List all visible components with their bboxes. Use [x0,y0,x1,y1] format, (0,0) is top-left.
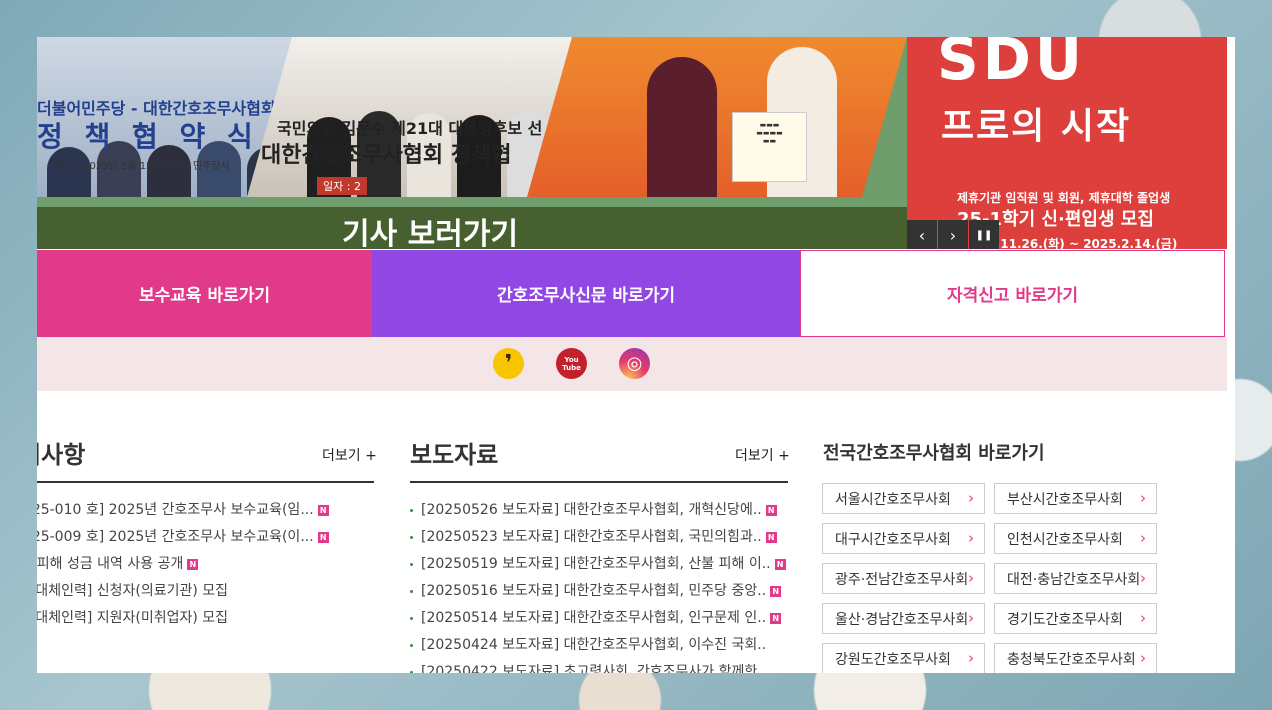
new-badge: N [770,586,782,597]
association-link-daejeon-chungnam[interactable]: 대전·충남간호조무사회 › [994,563,1157,594]
notice-list: [공고 제 2025-010 호] 2025년 간호조무사 보수교육(임...N… [37,497,329,632]
instagram-icon[interactable]: ◎ [619,348,650,379]
news-banner[interactable]: 더불어민주당 - 대한간호조무사협회 정 책 협 약 식 일시 | 2025년 … [37,37,907,249]
new-badge: N [774,559,786,570]
photo-caption-title: 대한간호조무사협회 정책협 [261,143,512,168]
kakao-icon[interactable]: ❜ [493,348,524,379]
list-item[interactable]: [20250519 보도자료] 대한간호조무사협회, 산불 피해 이.. N [410,551,786,578]
notice-link[interactable]: [간호조무사 대체인력] 신청자(의료기관) 모집 [37,578,228,605]
chevron-right-icon: › [968,649,974,667]
list-item[interactable]: [20250526 보도자료] 대한간호조무사협회, 개혁신당에.. N [410,497,786,524]
slider-prev-button[interactable]: ‹ [907,220,937,249]
press-link[interactable]: [20250516 보도자료] 대한간호조무사협회, 민주당 중앙.. [421,578,766,605]
chevron-right-icon: › [968,529,974,547]
notice-link[interactable]: 산불피해 성금 내역 사용 공개 [37,551,183,578]
university-ad-banner[interactable]: SDU 프로의 시작 제휴기관 임직원 및 회원, 제휴대학 졸업생 25-1학… [907,37,1227,249]
associations-title: 전국간호조무사협회 바로가기 [823,443,1045,464]
press-divider [410,481,788,483]
list-item[interactable]: [20250523 보도자료] 대한간호조무사협회, 국민의힘과.. N [410,524,786,551]
slider-next-button[interactable]: › [938,220,968,249]
new-badge: N [187,559,199,570]
press-link[interactable]: [20250424 보도자료] 대한간호조무사협회, 이수진 국회.. [421,632,766,659]
chevron-right-icon: › [968,489,974,507]
list-item[interactable]: [공고 제 2025-009 호] 2025년 간호조무사 보수교육(이...N [37,524,329,551]
ad-line: 제휴기관 임직원 및 회원, 제휴대학 졸업생 [957,191,1171,205]
association-link-daegu[interactable]: 대구시간호조무사회 › [822,523,985,554]
main-page: 더불어민주당 - 대한간호조무사협회 정 책 협 약 식 일시 | 2025년 … [37,37,1235,673]
ad-logo-text: SDU [937,37,1087,93]
policy-sign: ▬▬▬ ▬▬▬▬ ▬▬ [732,112,807,182]
press-more-link[interactable]: 더보기 + [735,445,790,465]
association-link-ulsan-gyeongnam[interactable]: 울산·경남간호조무사회 › [822,603,985,634]
new-badge: N [317,532,329,543]
slider-pause-button[interactable]: ❚❚ [969,220,999,249]
notice-link[interactable]: [간호조무사 대체인력] 지원자(미취업자) 모집 [37,605,228,632]
notice-link[interactable]: [공고 제 2025-010 호] 2025년 간호조무사 보수교육(임... [37,497,314,524]
notice-more-link[interactable]: 더보기 + [322,445,377,465]
chevron-right-icon: › [1140,569,1146,587]
new-badge: N [317,505,329,516]
list-item[interactable]: [20250422 보도자료] 초고령사회, 간호조무사가 함께한.. [410,659,786,673]
notice-link[interactable]: [공고 제 2025-009 호] 2025년 간호조무사 보수교육(이... [37,524,314,551]
list-item[interactable]: [간호조무사 대체인력] 신청자(의료기관) 모집 [37,578,329,605]
new-badge: N [765,532,777,543]
photo-caption-date: 일시 | 2025년 5월 15일 장소 | 민주당사 [55,161,230,172]
banner-photo-meeting: ▬▬▬ ▬▬▬▬ ▬▬ [527,37,907,197]
list-item[interactable]: [20250424 보도자료] 대한간호조무사협회, 이수진 국회.. [410,632,786,659]
list-item[interactable]: [20250516 보도자료] 대한간호조무사협회, 민주당 중앙.. N [410,578,786,605]
newspaper-link[interactable]: 간호조무사신문 바로가기 [372,250,800,337]
association-link-gangwon[interactable]: 강원도간호조무사회 › [822,643,985,673]
list-item[interactable]: 산불피해 성금 내역 사용 공개 N [37,551,329,578]
association-link-gyeonggi[interactable]: 경기도간호조무사회 › [994,603,1157,634]
list-item[interactable]: [공고 제 2025-010 호] 2025년 간호조무사 보수교육(임...N [37,497,329,524]
ad-headline: 프로의 시작 [941,106,1132,147]
banner-photo-ppp: 국민의힘 김문수 제21대 대통령후보 선 대한간호조무사협회 정책협 일자 :… [247,37,577,197]
association-link-gwangju-jeonnam[interactable]: 광주·전남간호조무사회 › [822,563,985,594]
new-badge: N [770,613,782,624]
chevron-right-icon: › [1140,489,1146,507]
chevron-right-icon: › [968,609,974,627]
chevron-right-icon: › [1140,649,1146,667]
social-bar: ❜ You Tube ◎ [37,337,1227,391]
license-report-link[interactable]: 자격신고 바로가기 [800,250,1225,337]
notice-divider [37,481,374,483]
press-list: [20250526 보도자료] 대한간호조무사협회, 개혁신당에.. N [202… [410,497,786,673]
chevron-right-icon: › [1140,609,1146,627]
press-link[interactable]: [20250523 보도자료] 대한간호조무사협회, 국민의힘과.. [421,524,762,551]
chevron-right-icon: › [1140,529,1146,547]
press-link[interactable]: [20250526 보도자료] 대한간호조무사협회, 개혁신당에.. [421,497,762,524]
press-link[interactable]: [20250422 보도자료] 초고령사회, 간호조무사가 함께한.. [421,659,766,673]
association-link-busan[interactable]: 부산시간호조무사회 › [994,483,1157,514]
association-link-seoul[interactable]: 서울시간호조무사회 › [822,483,985,514]
new-badge: N [765,505,777,516]
photo-caption-title: 정 책 협 약 식 [37,120,259,153]
youtube-icon[interactable]: You Tube [556,348,587,379]
association-link-incheon[interactable]: 인천시간호조무사회 › [994,523,1157,554]
association-link-chungbuk[interactable]: 충청북도간호조무사회 › [994,643,1157,673]
list-item[interactable]: [20250514 보도자료] 대한간호조무사협회, 인구문제 인.. N [410,605,786,632]
press-link[interactable]: [20250519 보도자료] 대한간호조무사협회, 산불 피해 이.. [421,551,771,578]
photo-caption-date: 일자 : 2 [317,177,367,195]
press-title: 보도자료 [410,441,499,469]
list-item[interactable]: [간호조무사 대체인력] 지원자(미취업자) 모집 [37,605,329,632]
continuing-education-link[interactable]: 보수교육 바로가기 [37,250,372,337]
banner-title-link[interactable]: 기사 보러가기 [342,209,518,249]
ad-date: 24.11.26.(화) ~ 2025.2.14.(금) [979,237,1178,249]
chevron-right-icon: › [968,569,974,587]
photo-caption: 국민의힘 김문수 제21대 대통령후보 선 [277,119,543,138]
press-link[interactable]: [20250514 보도자료] 대한간호조무사협회, 인구문제 인.. [421,605,766,632]
notice-title: 공지사항 [37,441,86,469]
